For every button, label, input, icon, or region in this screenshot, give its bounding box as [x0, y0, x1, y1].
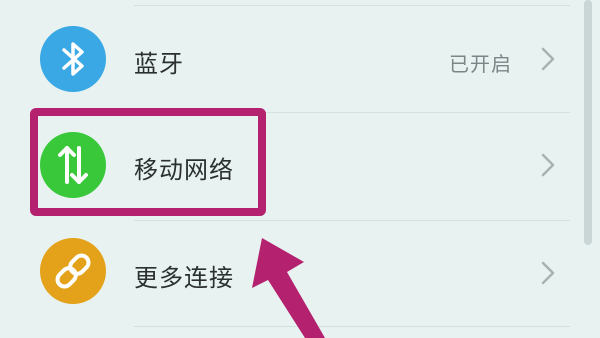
settings-screen: 蓝牙 已开启 移动网络 更多连接 — [0, 0, 600, 338]
annotation-arrow — [252, 238, 325, 338]
